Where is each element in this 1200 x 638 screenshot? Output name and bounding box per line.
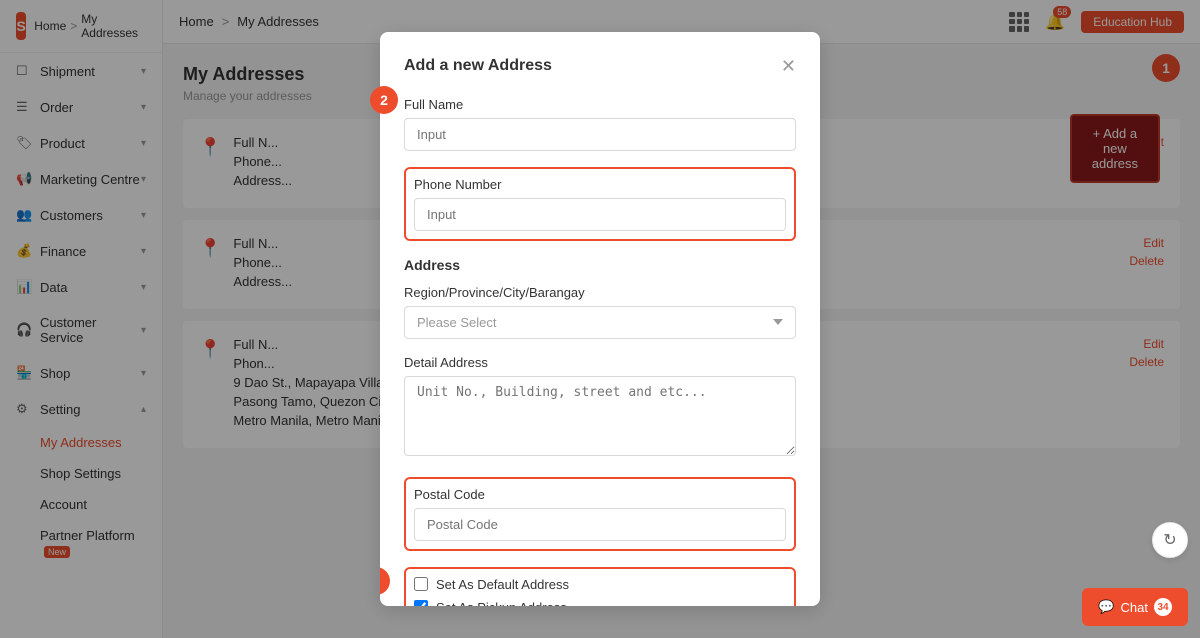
detail-address-label: Detail Address [404,355,796,370]
phone-number-input[interactable] [414,198,786,231]
default-address-group: Set As Default Address [414,577,786,592]
pickup-address-label: Set As Pickup Address [436,600,567,606]
step-2-badge: 2 [370,86,398,114]
refresh-button[interactable]: ↻ [1152,522,1188,558]
add-address-modal: Add a new Address ✕ Full Name Phone Numb… [380,32,820,606]
default-address-checkbox[interactable] [414,577,428,591]
chat-count: 34 [1154,598,1172,616]
modal-overlay[interactable]: 2 Add a new Address ✕ Full Name Phone Nu… [0,0,1200,638]
modal-title: Add a new Address [404,57,552,75]
full-name-input[interactable] [404,118,796,151]
full-name-label: Full Name [404,97,796,112]
detail-address-input[interactable] [404,376,796,456]
chat-label: Chat [1121,600,1148,615]
refresh-icon: ↻ [1163,530,1176,550]
step-3-badge: 3 [380,567,390,595]
chat-button[interactable]: 💬 Chat 34 [1082,588,1188,626]
region-group: Region/Province/City/Barangay Please Sel… [404,285,796,339]
postal-code-highlight-box: Postal Code [404,477,796,551]
checkboxes-highlight-box: Set As Default Address Set As Pickup Add… [404,567,796,606]
pickup-address-group: Set As Pickup Address [414,600,786,606]
postal-code-input[interactable] [414,508,786,541]
phone-number-group: Phone Number [414,177,786,231]
full-name-group: Full Name [404,97,796,151]
address-section-label: Address [404,257,796,273]
detail-address-group: Detail Address [404,355,796,461]
postal-code-label: Postal Code [414,487,786,502]
phone-number-label: Phone Number [414,177,786,192]
modal-close-button[interactable]: ✕ [781,56,796,77]
phone-number-highlight-box: Phone Number [404,167,796,241]
postal-code-group: Postal Code [414,487,786,541]
modal-header: Add a new Address ✕ [404,56,796,77]
region-select[interactable]: Please Select [404,306,796,339]
chat-icon: 💬 [1098,599,1114,615]
pickup-address-checkbox[interactable] [414,600,428,606]
region-label: Region/Province/City/Barangay [404,285,796,300]
default-address-label: Set As Default Address [436,577,569,592]
